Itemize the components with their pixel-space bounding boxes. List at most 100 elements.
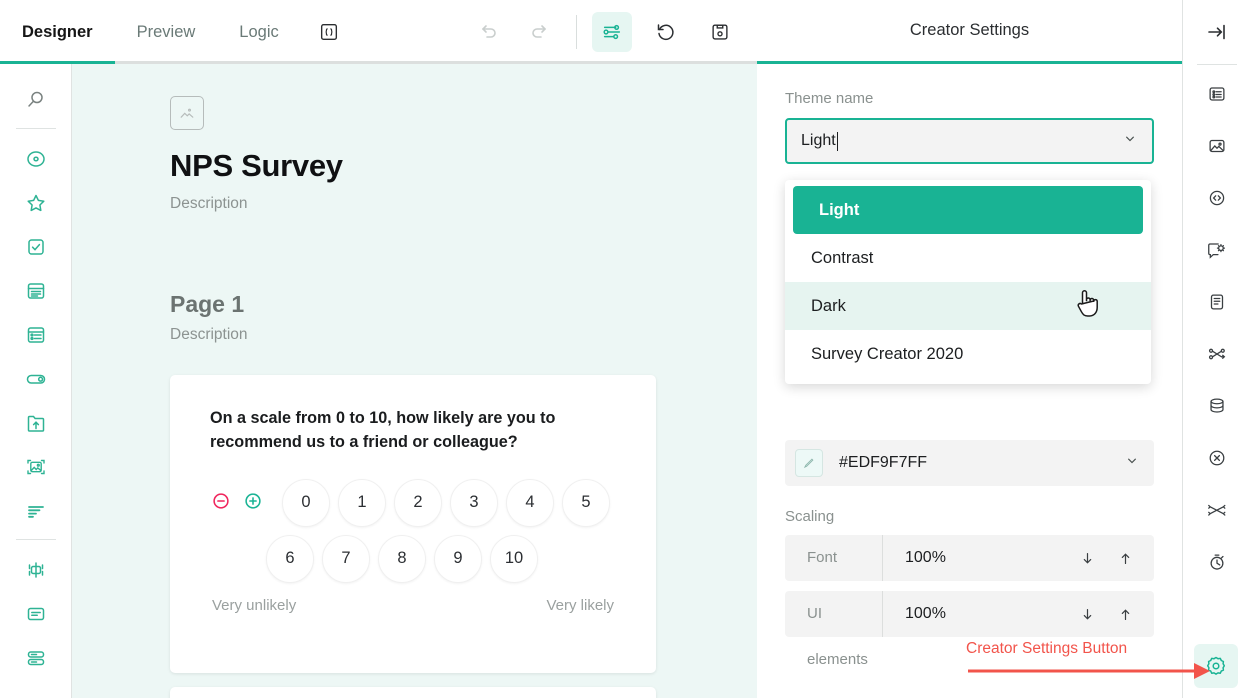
tab-designer-label: Designer — [22, 22, 93, 41]
question-card[interactable]: On a scale from 0 to 10, how likely are … — [170, 375, 656, 673]
theme-name-select[interactable]: Light — [785, 118, 1154, 164]
toolbox-item-radiogroup[interactable] — [14, 137, 58, 181]
rail-item-data[interactable] — [1194, 383, 1240, 429]
theme-name-value: Light — [801, 132, 836, 149]
image-placeholder-icon[interactable] — [170, 96, 204, 130]
rating-item[interactable]: 9 — [434, 534, 482, 583]
toolbox-item-rating[interactable] — [14, 181, 58, 225]
rating-item[interactable]: 2 — [394, 478, 442, 527]
rating-item[interactable]: 10 — [490, 534, 538, 583]
rail-item-pages[interactable] — [1194, 279, 1240, 325]
rating-item[interactable]: 6 — [266, 534, 314, 583]
minus-circle-icon[interactable] — [210, 490, 236, 516]
plus-circle-icon[interactable] — [242, 490, 268, 516]
reset-theme-button[interactable] — [646, 12, 686, 52]
text-caret — [836, 131, 838, 151]
rail-item-timer[interactable] — [1194, 539, 1240, 585]
redo-button[interactable] — [521, 12, 561, 52]
designer-surface: NPS Survey Description Page 1 Descriptio… — [72, 64, 757, 698]
toolbox-item-boolean[interactable] — [14, 357, 58, 401]
theme-settings-button[interactable] — [592, 12, 632, 52]
collapse-panel-right-icon[interactable] — [1184, 0, 1250, 64]
rating-item[interactable]: 8 — [378, 534, 426, 583]
toolbox-item-multipletext[interactable] — [14, 636, 58, 680]
rail-item-logic[interactable] — [1194, 331, 1240, 377]
page-description[interactable]: Description — [170, 326, 757, 344]
ui-scaling-label: UI elements — [785, 591, 883, 668]
pointing-hand-cursor-icon — [1074, 288, 1100, 325]
rail-item-validation[interactable] — [1194, 435, 1240, 481]
font-scaling-row[interactable]: Font 100% — [785, 535, 1154, 581]
rail-item-logo-image[interactable] — [1194, 123, 1240, 169]
search-icon[interactable] — [14, 78, 58, 122]
rating-labels: Very unlikely Very likely — [170, 583, 656, 614]
rating-min-label[interactable]: Very unlikely — [212, 597, 296, 614]
toolbox-item-file[interactable] — [14, 401, 58, 445]
tab-logic[interactable]: Logic — [217, 0, 300, 64]
rating-item[interactable]: 5 — [562, 478, 610, 527]
toolbox-item-html[interactable] — [14, 592, 58, 636]
rating-item[interactable]: 0 — [282, 478, 330, 527]
toolbox-item-dropdown[interactable] — [14, 269, 58, 313]
font-scaling-spinners — [1068, 539, 1154, 577]
ui-scaling-row[interactable]: UI elements 100% — [785, 591, 1154, 668]
arrow-up-icon[interactable] — [1106, 595, 1144, 633]
rail-item-masks[interactable] — [1194, 487, 1240, 533]
toolbox-sidebar — [0, 64, 72, 698]
theme-name-dropdown-list[interactable]: Light Contrast Dark Survey Creator 2020 — [785, 180, 1151, 384]
toolbox-item-matrix[interactable] — [14, 313, 58, 357]
dropdown-option-contrast[interactable]: Contrast — [785, 234, 1151, 282]
right-icon-rail — [1184, 0, 1250, 698]
arrow-down-icon[interactable] — [1068, 539, 1106, 577]
question-title[interactable]: On a scale from 0 to 10, how likely are … — [170, 375, 656, 455]
toolbox-item-ranking[interactable] — [14, 489, 58, 533]
ui-scaling-value[interactable]: 100% — [883, 605, 946, 623]
chevron-down-icon[interactable] — [1122, 131, 1138, 152]
creator-settings-panel: Creator Settings Theme name Light Light … — [757, 0, 1183, 698]
rail-item-question-settings[interactable] — [1194, 227, 1240, 273]
toolbox-item-image[interactable] — [14, 445, 58, 489]
arrow-up-icon[interactable] — [1106, 539, 1144, 577]
rail-item-navigation[interactable] — [1194, 175, 1240, 221]
chevron-down-icon[interactable] — [1124, 453, 1140, 474]
save-theme-button[interactable] — [700, 12, 740, 52]
scaling-label: Scaling — [785, 508, 835, 525]
rating-item[interactable]: 4 — [506, 478, 554, 527]
background-color-value: #EDF9F7FF — [839, 454, 928, 471]
toolbar-divider — [576, 15, 577, 49]
page-title[interactable]: NPS Survey — [170, 148, 757, 184]
font-scaling-value[interactable]: 100% — [883, 549, 946, 567]
rating-item[interactable]: 1 — [338, 478, 386, 527]
panel-body: Theme name Light Light Contrast Dark Sur… — [757, 64, 1182, 668]
top-toolbar-actions — [460, 12, 757, 52]
rating-max-label[interactable]: Very likely — [546, 597, 614, 614]
top-toolbar: Designer Preview Logic — [0, 0, 757, 64]
background-color-field[interactable]: #EDF9F7FF — [785, 440, 1154, 486]
arrow-down-icon[interactable] — [1068, 595, 1106, 633]
tab-designer[interactable]: Designer — [0, 0, 115, 64]
dropdown-option-survey-creator-2020[interactable]: Survey Creator 2020 — [785, 330, 1151, 378]
survey-description[interactable]: Description — [170, 195, 757, 213]
toolbox-item-panel[interactable] — [14, 548, 58, 592]
question-card-next[interactable] — [170, 687, 656, 698]
color-swatch-icon[interactable] — [795, 449, 823, 477]
creator-app: Designer Preview Logic NPS Survey Descri… — [0, 0, 1250, 698]
rating-row-1: 0 1 2 3 4 5 — [170, 455, 656, 527]
tab-preview[interactable]: Preview — [115, 0, 218, 64]
tab-preview-label: Preview — [136, 22, 196, 41]
sidebar-divider — [15, 128, 56, 129]
rail-divider — [1197, 64, 1237, 65]
panel-title: Creator Settings — [757, 0, 1182, 64]
rating-item[interactable]: 7 — [322, 534, 370, 583]
toolbox-item-checkbox[interactable] — [14, 225, 58, 269]
json-braces-icon[interactable] — [307, 10, 351, 54]
rating-row-2: 6 7 8 9 10 — [170, 527, 656, 583]
rating-item[interactable]: 3 — [450, 478, 498, 527]
dropdown-option-light[interactable]: Light — [793, 186, 1143, 234]
rail-item-survey-settings[interactable] — [1194, 71, 1240, 117]
ui-scaling-spinners — [1068, 595, 1154, 633]
creator-settings-button[interactable] — [1194, 644, 1238, 688]
theme-name-label: Theme name — [785, 90, 874, 107]
undo-button[interactable] — [467, 12, 507, 52]
page-name[interactable]: Page 1 — [170, 291, 757, 318]
